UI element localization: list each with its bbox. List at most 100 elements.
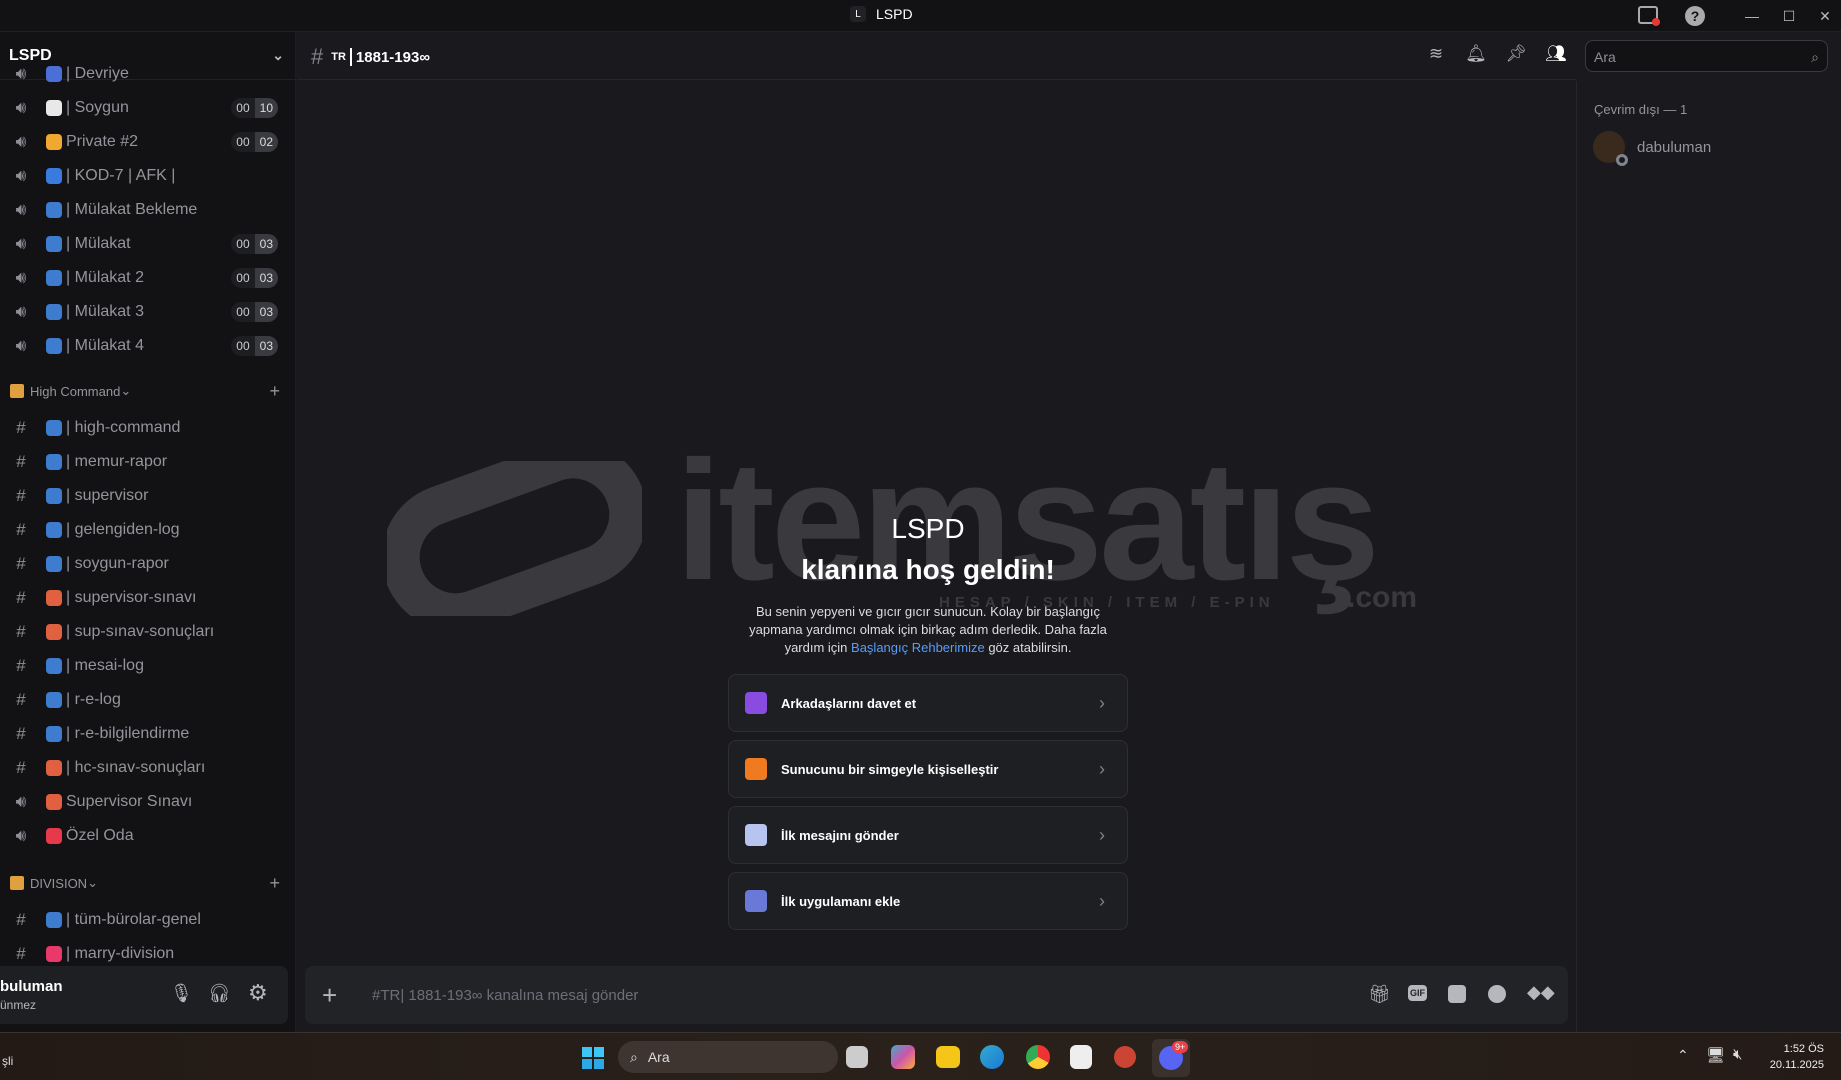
channel-emoji-icon [46, 828, 62, 844]
app-icon[interactable] [1114, 1046, 1136, 1068]
onboarding-card[interactable]: İlk mesajını gönder › [728, 806, 1128, 864]
avatar [1593, 131, 1628, 166]
taskbar-search[interactable]: ⌕ Ara [618, 1041, 838, 1073]
channel-item[interactable]: 🔊︎ Supervisor Sınavı [0, 785, 290, 819]
channel-emoji-icon [46, 270, 62, 286]
create-channel-icon[interactable]: + [269, 873, 280, 894]
member-list-icon[interactable]: 👥︎ [1544, 44, 1568, 68]
channel-name: | Mülakat 3 [66, 303, 144, 320]
task-view-icon[interactable] [846, 1046, 868, 1068]
channel-title: # TR 1881-193∞ [311, 44, 430, 70]
speaker-icon: 🔊︎ [15, 268, 27, 287]
search-input[interactable]: Ara ⌕ [1585, 40, 1828, 72]
channel-item[interactable]: # | tüm-bürolar-genel [0, 903, 290, 937]
welcome-title: LSPD [891, 513, 965, 544]
screen-share-icon[interactable] [1638, 6, 1660, 26]
channel-item[interactable]: 🔊︎ | Soygun 00 10 [0, 91, 290, 125]
message-input[interactable]: #TR| 1881-193∞ kanalına mesaj gönder [372, 987, 638, 1004]
create-channel-icon[interactable]: + [269, 381, 280, 402]
user-count: 00 [231, 98, 255, 118]
sticker-icon[interactable] [1448, 985, 1466, 1003]
taskbar: şli ⌕ Ara 9+ ⌃ 🖥︎ 🔇︎ 1:52 ÖS 20.11.2025 [0, 1032, 1841, 1080]
channel-item[interactable]: # | supervisor-sınavı [0, 581, 290, 615]
channel-item[interactable]: 🔊︎ Private #2 00 02 [0, 125, 290, 159]
channel-item[interactable]: # | r-e-log [0, 683, 290, 717]
channel-item[interactable]: 🔊︎ | Mülakat Bekleme [0, 193, 290, 227]
user-limit: 03 [254, 302, 278, 322]
channel-item[interactable]: # | hc-sınav-sonuçları [0, 751, 290, 785]
hashtag-lock-icon: # [16, 588, 26, 607]
channel-item[interactable]: # | r-e-bilgilendirme [0, 717, 290, 751]
onboarding-card[interactable]: Arkadaşlarını davet et › [728, 674, 1128, 732]
channel-item[interactable]: # | mesai-log [0, 649, 290, 683]
store-icon[interactable] [1070, 1045, 1092, 1069]
settings-gear-icon[interactable]: ⚙ [248, 980, 268, 1006]
pin-icon[interactable]: 📌︎ [1504, 44, 1528, 68]
category-header[interactable]: High Command ⌄ + [10, 381, 280, 402]
channel-item[interactable]: 🔊︎ | Mülakat 2 00 03 [0, 261, 290, 295]
channel-emoji-icon [46, 454, 62, 470]
taskbar-search-label: Ara [647, 1049, 670, 1065]
channel-emoji-icon [46, 134, 62, 150]
apps-icon[interactable]: ◆◆ [1527, 982, 1555, 1003]
category-header[interactable]: DIVISION ⌄ + [10, 873, 280, 894]
notification-badge: 9+ [1172, 1041, 1189, 1053]
channel-item[interactable]: 🔊︎ | Mülakat 4 00 03 [0, 329, 290, 363]
channel-header: # TR 1881-193∞ ≋ 🔔︎ 📌︎ 👥︎ Ara ⌕ [297, 32, 1828, 80]
channel-item[interactable]: # | gelengiden-log [0, 513, 290, 547]
user-limit: 02 [254, 132, 278, 152]
maximize-button[interactable]: ☐ [1777, 4, 1801, 28]
clock[interactable]: 1:52 ÖS 20.11.2025 [1760, 1041, 1824, 1073]
channel-name: Özel Oda [66, 827, 134, 844]
edge-icon[interactable] [980, 1045, 1004, 1069]
channel-item[interactable]: # | high-command [0, 411, 290, 445]
headphones-icon[interactable]: 🎧︎ [208, 983, 231, 1004]
channel-item[interactable]: # | sup-sınav-sonuçları [0, 615, 290, 649]
hashtag-lock-icon: # [16, 622, 26, 641]
microphone-icon[interactable]: 🎙︎ [170, 983, 193, 1004]
add-attachment-icon[interactable]: + [322, 980, 362, 1011]
file-explorer-icon[interactable] [936, 1046, 960, 1068]
message-composer[interactable]: + #TR| 1881-193∞ kanalına mesaj gönder 🎁… [305, 966, 1568, 1024]
discord-taskbar-button[interactable]: 9+ [1152, 1039, 1190, 1077]
channel-item[interactable]: # | memur-rapor [0, 445, 290, 479]
channel-emoji-icon [46, 522, 62, 538]
channel-item[interactable]: 🔊︎ | Mülakat 00 03 [0, 227, 290, 261]
channel-item[interactable]: # | soygun-rapor [0, 547, 290, 581]
channel-emoji-icon [46, 658, 62, 674]
help-icon[interactable]: ? [1685, 6, 1705, 26]
emoji-icon[interactable] [1488, 985, 1506, 1003]
bell-icon[interactable]: 🔔︎ [1464, 44, 1488, 68]
channel-item[interactable]: 🔊︎ Özel Oda [0, 819, 290, 853]
welcome-line: Bu senin yepyeni ve gıcır gıcır sunucun.… [756, 604, 1100, 619]
channel-emoji-icon [46, 794, 62, 810]
show-hidden-icons[interactable]: ⌃ [1677, 1047, 1689, 1064]
volume-muted-icon[interactable]: 🔇︎ [1733, 1046, 1742, 1063]
divider [349, 48, 352, 66]
close-button[interactable]: ✕ [1813, 4, 1837, 28]
channel-item[interactable]: 🔊︎ | Mülakat 3 00 03 [0, 295, 290, 329]
copilot-icon[interactable] [891, 1045, 915, 1069]
threads-icon[interactable]: ≋ [1424, 44, 1448, 68]
starter-guide-link[interactable]: Başlangıç Rehberimize [851, 640, 985, 655]
chrome-icon[interactable] [1026, 1045, 1050, 1069]
time: 1:52 ÖS [1783, 1043, 1824, 1055]
minimize-button[interactable]: — [1740, 4, 1764, 28]
member-item[interactable]: dabuluman [1593, 131, 1711, 166]
hashtag-lock-icon: # [16, 486, 26, 505]
channel-emoji-icon [46, 304, 62, 320]
start-button[interactable] [582, 1047, 604, 1069]
hashtag-lock-icon: # [16, 418, 26, 437]
chevron-right-icon: › [1099, 758, 1105, 779]
speaker-icon: 🔊︎ [15, 336, 27, 355]
hashtag-icon: # [311, 44, 324, 69]
category-icon [10, 384, 24, 398]
onboarding-card[interactable]: İlk uygulamanı ekle › [728, 872, 1128, 930]
gift-icon[interactable]: 🎁︎ [1368, 984, 1391, 1005]
channel-item[interactable]: 🔊︎ | KOD-7 | AFK | [0, 159, 290, 193]
channel-item[interactable]: 🔊︎ | Devriye [0, 57, 290, 91]
gif-button[interactable]: GIF [1408, 985, 1427, 1001]
channel-item[interactable]: # | supervisor [0, 479, 290, 513]
onboarding-card[interactable]: Sunucunu bir simgeyle kişiselleştir › [728, 740, 1128, 798]
network-icon[interactable]: 🖥︎ [1706, 1046, 1725, 1064]
